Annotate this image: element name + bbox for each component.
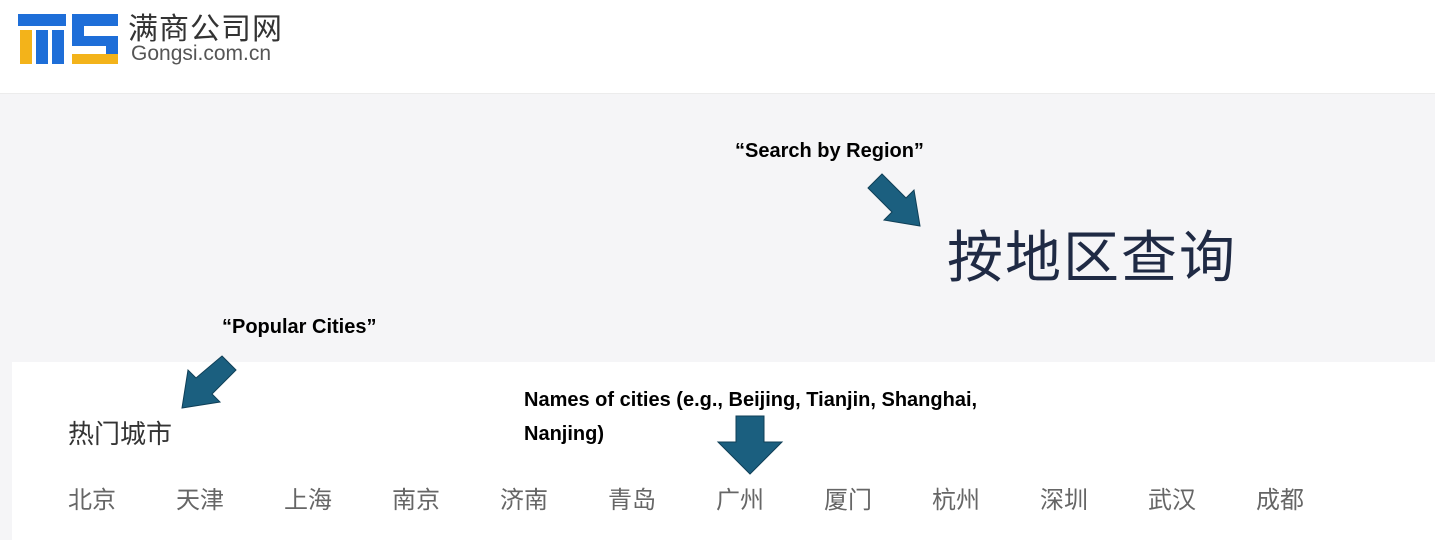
logo-mark-icon: [18, 14, 118, 64]
city-link-guangzhou[interactable]: 广州: [716, 480, 764, 515]
annotation-city-names-line1: Names of cities (e.g., Beijing, Tianjin,…: [524, 389, 978, 411]
city-link-chengdu[interactable]: 成都: [1256, 480, 1304, 515]
city-link-shenzhen[interactable]: 深圳: [1040, 480, 1088, 515]
city-link-xiamen[interactable]: 厦门: [824, 480, 872, 515]
city-link-beijing[interactable]: 北京: [68, 480, 116, 515]
arrow-icon: [867, 173, 921, 227]
city-link-qingdao[interactable]: 青岛: [608, 480, 656, 515]
city-link-nanjing[interactable]: 南京: [392, 480, 440, 515]
arrow-icon: [181, 355, 237, 409]
logo-subtitle: Gongsi.com.cn: [131, 42, 272, 65]
page-title: 按地区查询: [947, 226, 1237, 291]
city-link-jinan[interactable]: 济南: [500, 480, 548, 515]
arrow-icon: [716, 415, 784, 475]
city-link-wuhan[interactable]: 武汉: [1148, 480, 1196, 515]
annotation-city-names-line2: Nanjing): [524, 423, 604, 445]
city-link-hangzhou[interactable]: 杭州: [932, 480, 980, 515]
annotation-popular-cities: “Popular Cities”: [222, 316, 377, 338]
city-link-shanghai[interactable]: 上海: [284, 480, 332, 515]
hot-cities-title: 热门城市: [68, 420, 173, 450]
city-link-tianjin[interactable]: 天津: [176, 480, 224, 515]
site-logo[interactable]: 满商公司网 Gongsi.com.cn: [18, 4, 308, 70]
site-header: 满商公司网 Gongsi.com.cn: [0, 0, 1435, 94]
annotation-search-by-region: “Search by Region”: [735, 140, 924, 162]
